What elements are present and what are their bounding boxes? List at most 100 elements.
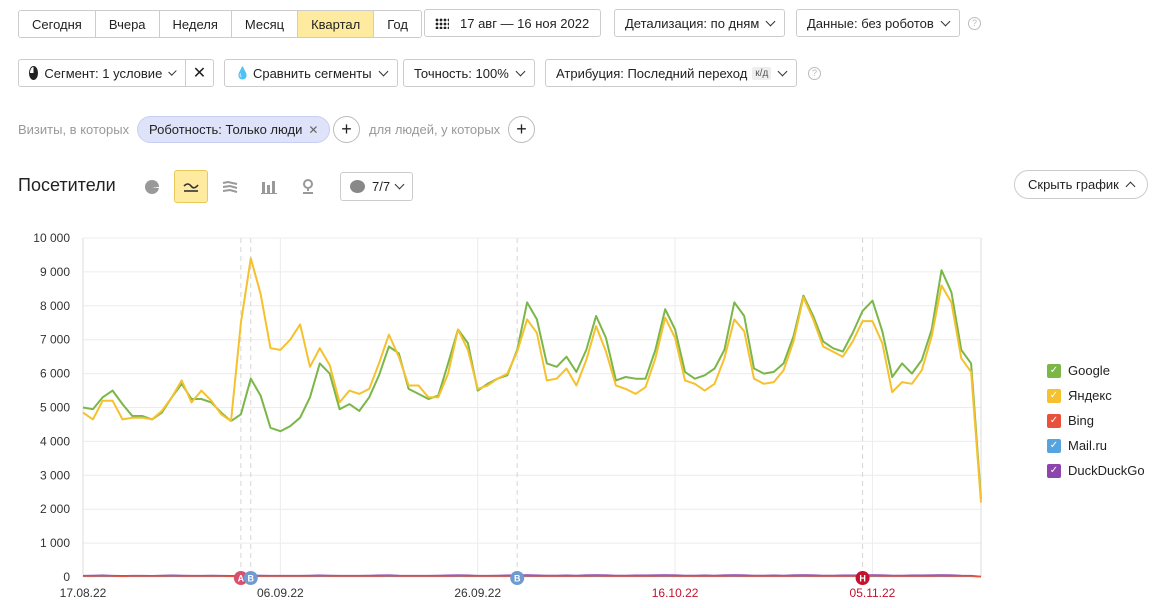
chevron-down-icon [515, 66, 526, 76]
y-tick-label: 6 000 [40, 367, 70, 381]
chevron-down-icon [777, 66, 788, 76]
map-pin-icon [303, 178, 313, 194]
accuracy-dropdown[interactable]: Точность: 100% [403, 59, 535, 87]
condition-label: Роботность: Только люди [149, 122, 303, 137]
checkbox-icon[interactable]: ✓ [1047, 363, 1061, 378]
drops-icon: 💧 [235, 66, 250, 80]
segment-label: Сегмент: 1 условие [44, 65, 163, 81]
chevron-down-icon [394, 179, 405, 190]
close-icon[interactable]: ✕ [308, 123, 318, 137]
y-tick-label: 1 000 [40, 536, 70, 550]
attribution-badge: к/д [752, 66, 772, 80]
attribution-label: Атрибуция: Последний переход [556, 65, 748, 81]
chart-type-area-button[interactable] [213, 170, 247, 203]
legend-item[interactable]: ✓ Bing [1047, 413, 1094, 428]
pie-icon [29, 66, 39, 80]
period-option[interactable]: Вчера [96, 11, 160, 37]
legend-item[interactable]: ✓ Яндекс [1047, 388, 1112, 403]
date-range-button[interactable]: 17 авг — 16 ноя 2022 [424, 9, 601, 37]
attribution-dropdown[interactable]: Атрибуция: Последний переход к/д [545, 59, 798, 87]
hide-chart-button[interactable]: Скрыть график [1014, 170, 1148, 199]
period-option[interactable]: Сегодня [19, 11, 96, 37]
y-tick-label: 9 000 [40, 265, 70, 279]
period-option[interactable]: Неделя [160, 11, 232, 37]
visits-label: Визиты, в которых [18, 122, 130, 137]
legend-label: Яндекс [1068, 388, 1112, 403]
filter-condition-chip[interactable]: Роботность: Только люди ✕ [137, 116, 331, 143]
plus-icon: + [341, 119, 352, 139]
y-tick-label: 3 000 [40, 468, 70, 482]
legend-label: Google [1068, 363, 1110, 378]
chevron-up-icon [1125, 181, 1136, 192]
detail-dropdown[interactable]: Детализация: по дням [614, 9, 786, 37]
people-label: для людей, у которых [369, 122, 501, 137]
annotation-marker-label: В [514, 574, 521, 584]
date-range-label: 17 авг — 16 ноя 2022 [460, 15, 590, 31]
legend-item[interactable]: ✓ Google [1047, 363, 1110, 378]
chart-type-bar-button[interactable] [252, 170, 286, 203]
chart-type-pie-button[interactable] [135, 170, 169, 203]
y-tick-label: 4 000 [40, 434, 70, 448]
annotation-marker-label: В [248, 574, 255, 584]
x-tick-label: 05.11.22 [850, 586, 896, 600]
y-tick-label: 2 000 [40, 502, 70, 516]
compare-segments-dropdown[interactable]: 💧 Сравнить сегменты [224, 59, 398, 87]
x-tick-label: 26.09.22 [454, 586, 501, 600]
y-tick-label: 5 000 [40, 401, 70, 415]
segment-dropdown[interactable]: Сегмент: 1 условие [18, 59, 186, 87]
period-option[interactable]: Год [374, 11, 421, 37]
hide-chart-label: Скрыть график [1028, 177, 1119, 192]
period-option[interactable]: Квартал [298, 11, 375, 37]
add-condition-button[interactable]: + [333, 116, 360, 143]
pie-chart-icon [145, 179, 159, 194]
series-line-яндекс [82, 257, 982, 503]
compare-label: Сравнить сегменты [252, 65, 372, 81]
visitors-line-chart: 0 1 000 2 000 3 000 4 000 5 000 6 000 7 000 8 00… [33, 231, 982, 600]
series-line-google [82, 269, 982, 500]
area-chart-icon [222, 180, 238, 193]
chevron-down-icon [940, 16, 951, 26]
checkbox-icon[interactable]: ✓ [1047, 463, 1061, 478]
y-tick-label: 0 [63, 570, 70, 584]
legend-label: Bing [1068, 413, 1095, 428]
clear-segment-button[interactable]: ✕ [185, 59, 214, 87]
legend-label: DuckDuckGo [1068, 463, 1145, 478]
checkbox-icon[interactable]: ✓ [1047, 413, 1061, 428]
detail-label: Детализация: по дням [625, 15, 760, 31]
y-tick-label: 7 000 [40, 333, 70, 347]
data-filter-label: Данные: без роботов [807, 15, 934, 31]
y-tick-label: 8 000 [40, 299, 70, 313]
help-icon[interactable]: ? [968, 17, 981, 30]
checkbox-icon[interactable]: ✓ [1047, 388, 1061, 403]
annotations-count: 7/7 [372, 179, 391, 194]
legend-item[interactable]: ✓ DuckDuckGo [1047, 463, 1145, 478]
x-tick-label: 06.09.22 [257, 586, 304, 600]
help-icon[interactable]: ? [808, 67, 821, 80]
checkbox-icon[interactable]: ✓ [1047, 438, 1061, 453]
legend-item[interactable]: ✓ Mail.ru [1047, 438, 1107, 453]
annotations-dropdown[interactable]: 7/7 [340, 172, 414, 201]
chart-type-map-button[interactable] [291, 170, 325, 203]
legend-label: Mail.ru [1068, 438, 1108, 453]
chevron-down-icon [378, 66, 389, 76]
plus-icon: + [516, 119, 527, 139]
chevron-down-icon [168, 66, 177, 76]
calendar-icon [435, 17, 449, 29]
period-option[interactable]: Месяц [232, 11, 299, 37]
close-icon: ✕ [192, 65, 207, 82]
chevron-down-icon [765, 16, 776, 26]
period-selector: Сегодня Вчера Неделя Месяц Квартал Год [18, 10, 422, 38]
annotation-marker-label: А [238, 574, 245, 584]
data-filter-dropdown[interactable]: Данные: без роботов [796, 9, 960, 37]
accuracy-label: Точность: 100% [414, 65, 509, 81]
line-chart-icon [183, 182, 199, 192]
series-line-bing [83, 575, 982, 578]
annotation-marker-label: Н [859, 574, 866, 584]
bar-chart-icon [261, 180, 277, 194]
x-tick-label: 17.08.22 [60, 586, 107, 600]
section-title: Посетители [18, 175, 116, 195]
add-people-condition-button[interactable]: + [508, 116, 535, 143]
chart-type-line-button[interactable] [174, 170, 208, 203]
comment-icon [350, 180, 365, 193]
x-tick-label: 16.10.22 [652, 586, 699, 600]
